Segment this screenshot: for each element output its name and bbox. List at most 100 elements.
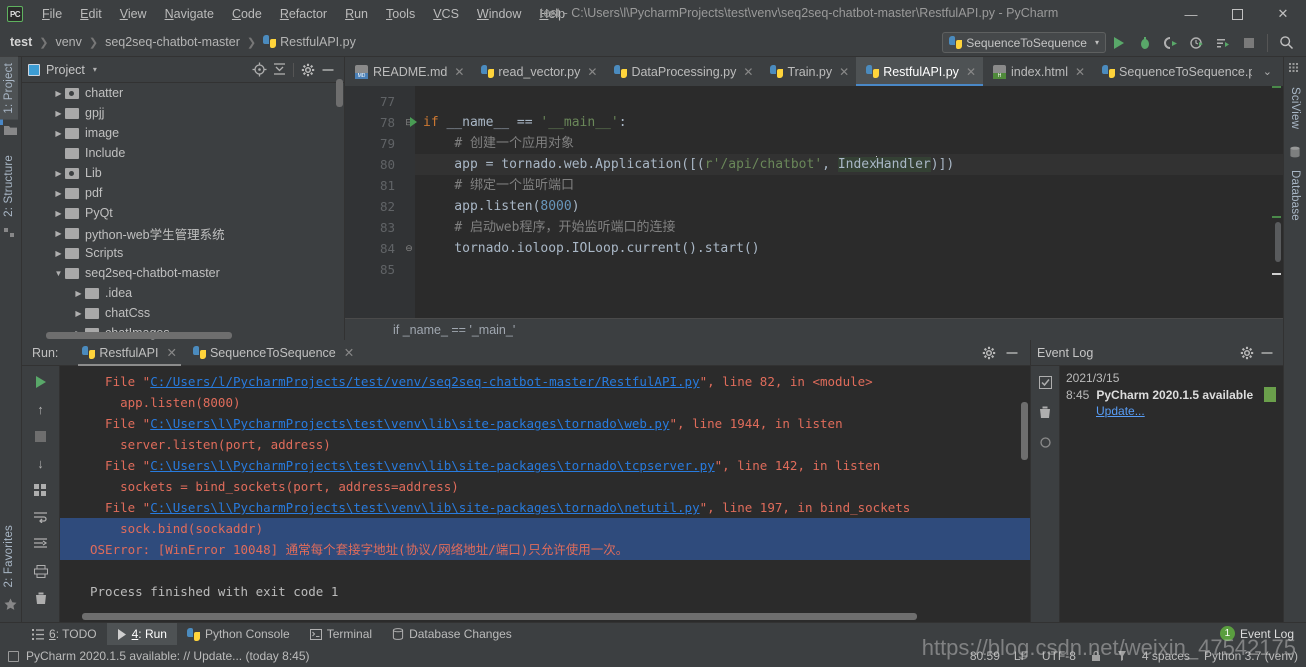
code-line[interactable]: if __name__ == '__main__': — [415, 112, 1283, 133]
console-line[interactable]: File "C:\Users\l\PycharmProjects\test\ve… — [60, 413, 1030, 434]
code-editor[interactable]: 77 78 79 80 81 82 83 84 85 ⊟ ⊖ if __name__ == '__… — [345, 86, 1283, 340]
file-encoding[interactable]: UTF-8 — [1042, 649, 1076, 663]
run-tab-restfulapi[interactable]: RestfulAPI ✕ — [74, 340, 185, 366]
tree-node[interactable]: ▶ gpjj — [22, 103, 344, 123]
code-line[interactable]: # 绑定一个监听端口 — [415, 175, 1283, 196]
close-icon[interactable]: ✕ — [344, 345, 354, 360]
soft-wrap-icon[interactable] — [28, 505, 54, 529]
close-icon[interactable]: ✕ — [839, 65, 849, 79]
error-stripe-marker[interactable] — [1272, 273, 1281, 275]
menu-item-vcs[interactable]: VCS — [424, 3, 468, 25]
search-everywhere-icon[interactable] — [1274, 31, 1298, 54]
structure-breadcrumb-label[interactable]: if _name_ == '_main_' — [393, 323, 515, 337]
run-tab-sequencetosequence[interactable]: SequenceToSequence ✕ — [185, 340, 362, 366]
chevron-right-icon[interactable]: ▶ — [52, 249, 65, 258]
console-line[interactable]: server.listen(port, address) — [60, 434, 1030, 455]
menu-item-navigate[interactable]: Navigate — [156, 3, 223, 25]
mark-read-icon[interactable] — [1032, 370, 1058, 394]
delete-icon[interactable] — [1032, 400, 1058, 424]
code-line[interactable]: tornado.ioloop.IOLoop.current().start() — [415, 238, 1283, 259]
editor-tab-readme-md[interactable]: README.md ✕ — [345, 57, 472, 86]
sidebar-item-project[interactable]: 1: Project — [0, 57, 18, 120]
rerun-icon[interactable] — [28, 370, 54, 394]
indent-setting[interactable]: 4 spaces — [1142, 649, 1190, 663]
close-icon[interactable]: ✕ — [743, 65, 753, 79]
maximize-button[interactable] — [1214, 0, 1260, 28]
tree-node[interactable]: ▶ .idea — [22, 283, 344, 303]
code-line[interactable]: # 创建一个应用对象 — [415, 133, 1283, 154]
chevron-right-icon[interactable]: ▶ — [72, 289, 85, 298]
gear-icon[interactable] — [1237, 343, 1257, 363]
chevron-down-icon[interactable]: ▼ — [52, 269, 65, 278]
tree-node[interactable]: ▶ image — [22, 123, 344, 143]
tool-window-button-4-run[interactable]: 4: Run — [106, 622, 177, 646]
status-message[interactable]: PyCharm 2020.1.5 available: // Update...… — [26, 649, 310, 663]
clear-all-icon[interactable] — [28, 586, 54, 610]
console-hscrollbar[interactable] — [82, 613, 917, 620]
lock-icon[interactable] — [1090, 650, 1102, 662]
caret-position[interactable]: 80:59 — [970, 649, 1000, 663]
close-icon[interactable]: ✕ — [966, 65, 976, 79]
menu-item-code[interactable]: Code — [223, 3, 271, 25]
console-line[interactable]: app.listen(8000) — [60, 392, 1030, 413]
project-tree-scrollbar[interactable] — [336, 79, 343, 107]
debug-icon[interactable] — [1133, 31, 1157, 54]
fold-marker-icon[interactable]: ⊖ — [403, 238, 415, 259]
breadcrumb-item[interactable]: venv — [55, 35, 81, 49]
tree-node[interactable]: ▼ seq2seq-chatbot-master — [22, 263, 344, 283]
tool-window-button-python-console[interactable]: Python Console — [177, 623, 300, 646]
console-file-link[interactable]: C:\Users\l\PycharmProjects\test\venv\lib… — [150, 416, 669, 431]
editor-tab-read-vector-py[interactable]: read_vector.py ✕ — [471, 57, 605, 86]
editor-tab-train-py[interactable]: Train.py ✕ — [760, 57, 857, 86]
console-line[interactable]: File "C:\Users\l\PycharmProjects\test\ve… — [60, 455, 1030, 476]
console-output[interactable]: File "C:/Users/l/PycharmProjects/test/ve… — [60, 366, 1030, 622]
project-tree-hscrollbar[interactable] — [46, 332, 232, 339]
collapse-all-icon[interactable] — [269, 60, 289, 80]
sidebar-item-sciview[interactable]: SciView — [1285, 81, 1305, 135]
stop-icon[interactable] — [1237, 31, 1261, 54]
notification-icon[interactable] — [8, 650, 19, 662]
console-line[interactable]: sockets = bind_sockets(port, address=add… — [60, 476, 1030, 497]
chevron-right-icon[interactable]: ▶ — [52, 209, 65, 218]
settings-icon[interactable] — [1032, 430, 1058, 454]
print-icon[interactable] — [28, 559, 54, 583]
sidebar-item-favorites[interactable]: 2: Favorites — [0, 519, 18, 593]
run-with-parameters-icon[interactable] — [1211, 31, 1235, 54]
scroll-down-icon[interactable]: ↓ — [28, 451, 54, 475]
editor-scrollbar[interactable] — [1275, 222, 1281, 262]
editor-tab-dataprocessing-py[interactable]: DataProcessing.py ✕ — [604, 57, 761, 86]
menu-item-window[interactable]: Window — [468, 3, 530, 25]
breadcrumb-item[interactable]: test — [10, 35, 32, 49]
event-log-notification-badge[interactable]: 1 Event Log — [1215, 624, 1298, 643]
hide-panel-icon[interactable] — [1257, 343, 1277, 363]
scroll-to-end-icon[interactable] — [28, 532, 54, 556]
run-configuration-selector[interactable]: SequenceToSequence ▾ — [942, 32, 1106, 53]
menu-item-refactor[interactable]: Refactor — [271, 3, 336, 25]
python-interpreter[interactable]: Python 3.7 (venv) — [1204, 649, 1298, 663]
run-icon[interactable] — [1107, 31, 1131, 54]
console-scrollbar[interactable] — [1021, 402, 1028, 460]
project-tree[interactable]: ▶ chatter ▶ gpjj ▶ image Include ▶ Lib ▶ pdf ▶ PyQt ▶… — [22, 83, 344, 340]
tool-window-button-database-changes[interactable]: Database Changes — [382, 623, 522, 646]
console-line[interactable]: File "C:\Users\l\PycharmProjects\test\ve… — [60, 497, 1030, 518]
close-icon[interactable]: ✕ — [587, 65, 597, 79]
menu-item-file[interactable]: File — [33, 3, 71, 25]
console-line[interactable] — [60, 560, 1030, 581]
menu-item-run[interactable]: Run — [336, 3, 377, 25]
code-line[interactable]: app = tornado.web.Application([(r'/api/c… — [415, 154, 1283, 175]
hide-panel-icon[interactable] — [1002, 343, 1022, 363]
console-line[interactable]: File "C:/Users/l/PycharmProjects/test/ve… — [60, 371, 1030, 392]
editor-tab-index-html[interactable]: index.html ✕ — [983, 57, 1093, 86]
menu-item-view[interactable]: View — [111, 3, 156, 25]
breadcrumb-item[interactable]: seq2seq-chatbot-master — [105, 35, 240, 49]
sidebar-item-structure[interactable]: 2: Structure — [0, 149, 18, 223]
chevron-right-icon[interactable]: ▶ — [72, 309, 85, 318]
tree-node[interactable]: ▶ PyQt — [22, 203, 344, 223]
tool-window-button-terminal[interactable]: Terminal — [300, 623, 382, 646]
tree-node[interactable]: ▶ Scripts — [22, 243, 344, 263]
chevron-right-icon[interactable]: ▶ — [52, 89, 65, 98]
error-stripe-marker[interactable] — [1272, 86, 1281, 88]
run-coverage-icon[interactable] — [1159, 31, 1183, 54]
close-button[interactable]: ✕ — [1260, 0, 1306, 28]
close-icon[interactable]: ✕ — [454, 65, 464, 79]
